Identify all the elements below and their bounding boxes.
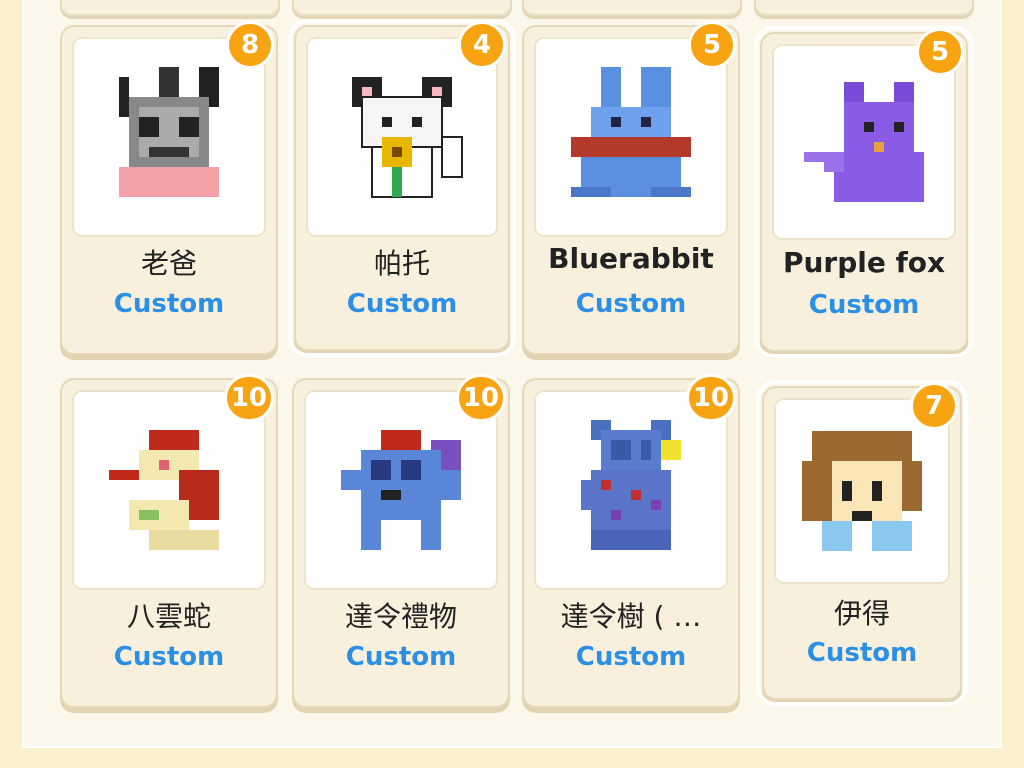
character-thumbnail — [72, 37, 266, 237]
pixel-santa-snake-icon — [109, 420, 219, 550]
character-card[interactable]: 10 達令禮物 Custom — [292, 374, 510, 708]
custom-label: Custom — [806, 638, 918, 668]
character-name: 達令樹 ( … — [560, 600, 702, 633]
count-badge: 7 — [910, 382, 958, 430]
custom-label: Custom — [345, 642, 457, 672]
pixel-blue-rabbit-icon — [571, 67, 691, 197]
pixel-blue-tree-monster-icon — [581, 420, 681, 550]
character-card[interactable]: 8 老爸 Custom — [60, 21, 278, 355]
pixel-blue-monster-gift-icon — [341, 420, 461, 550]
character-card[interactable]: 7 伊得 Custom — [756, 380, 968, 706]
pixel-purple-fox-icon — [804, 82, 924, 202]
custom-label: Custom — [113, 289, 225, 319]
custom-label: Custom — [113, 642, 225, 672]
character-card[interactable]: 10 八雲蛇 Custom — [60, 374, 278, 708]
custom-label: Custom — [808, 290, 920, 320]
character-card[interactable]: 10 達令樹 ( … Custom — [522, 374, 740, 708]
custom-label: Custom — [575, 642, 687, 672]
count-badge: 5 — [916, 28, 964, 76]
character-thumbnail — [72, 390, 266, 590]
count-badge: 10 — [685, 374, 736, 422]
pixel-grey-bunny-icon — [119, 67, 219, 197]
character-name: 老爸 — [140, 247, 197, 280]
previous-row-card — [60, 0, 280, 16]
custom-label: Custom — [575, 289, 687, 319]
collection-panel: 8 老爸 Custom 4 帕托 Custom 5 Bluerabbit Cus… — [22, 0, 1002, 748]
count-badge: 10 — [223, 374, 274, 422]
count-badge: 8 — [226, 21, 274, 69]
count-badge: 5 — [688, 21, 736, 69]
character-name: 帕托 — [373, 247, 430, 280]
character-name: 達令禮物 — [344, 600, 457, 633]
character-name: 伊得 — [833, 597, 890, 630]
character-name: Bluerabbit — [548, 242, 714, 275]
character-card[interactable]: 5 Bluerabbit Custom — [522, 21, 740, 355]
character-thumbnail — [534, 390, 728, 590]
character-card[interactable]: 5 Purple fox Custom — [754, 26, 974, 358]
custom-label: Custom — [346, 289, 458, 319]
character-thumbnail — [534, 37, 728, 237]
character-card[interactable]: 4 帕托 Custom — [288, 19, 516, 357]
pixel-white-bear-sunflower-icon — [352, 77, 463, 198]
previous-row-card — [292, 0, 512, 16]
pixel-brown-hair-kid-icon — [802, 431, 922, 551]
character-name: Purple fox — [782, 246, 946, 279]
previous-row-card — [522, 0, 742, 16]
count-badge: 10 — [455, 374, 506, 422]
character-thumbnail — [306, 37, 498, 237]
count-badge: 4 — [458, 21, 506, 69]
previous-row-card — [754, 0, 974, 16]
character-name: 八雲蛇 — [126, 600, 211, 633]
character-thumbnail — [304, 390, 498, 590]
